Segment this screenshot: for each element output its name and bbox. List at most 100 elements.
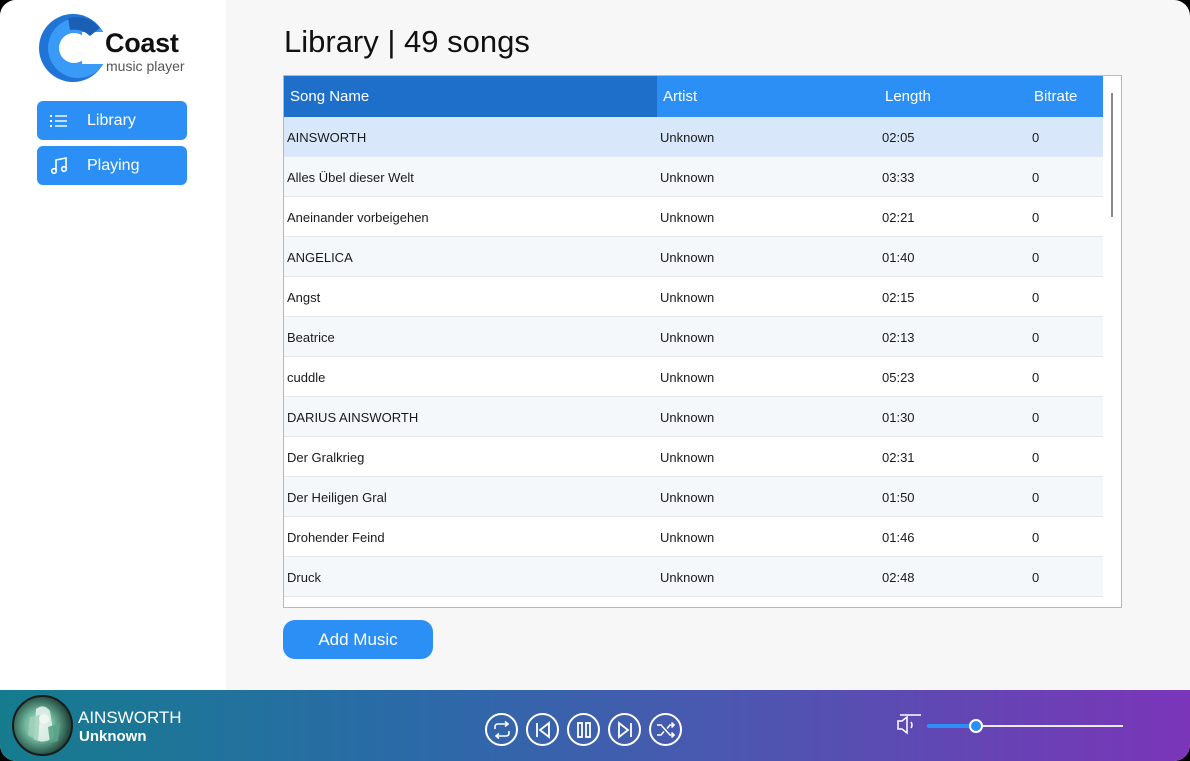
column-header-length[interactable]: Length <box>879 76 1029 117</box>
table-scrollbar[interactable] <box>1103 76 1121 607</box>
length-cell: 02:15 <box>882 289 915 305</box>
shuffle-button[interactable] <box>649 713 682 746</box>
coast-logo-icon <box>39 14 108 82</box>
bitrate-cell: 0 <box>1032 329 1040 345</box>
song-name-cell: DARIUS AINSWORTH <box>287 409 419 425</box>
table-row[interactable]: Druck Unknown 02:48 0 <box>284 557 1104 597</box>
bitrate-cell: 0 <box>1032 569 1040 585</box>
now-playing-title: AINSWORTH <box>78 708 182 727</box>
artist-cell: Unknown <box>660 129 715 145</box>
table-header: Song Name Artist Length Bitrate <box>284 76 1104 117</box>
song-name-cell: Aneinander vorbeigehen <box>287 209 429 225</box>
artist-cell: Unknown <box>660 209 715 225</box>
previous-button[interactable] <box>526 713 559 746</box>
list-icon <box>49 111 69 131</box>
artist-cell: Unknown <box>660 409 715 425</box>
song-name-cell: Angst <box>287 289 321 305</box>
songs-table: Song Name Artist Length Bitrate AINSWORT… <box>283 75 1122 608</box>
next-icon <box>617 720 632 739</box>
sidebar-item-label: Library <box>87 111 136 129</box>
bitrate-cell: 0 <box>1032 129 1040 145</box>
column-header-song-name[interactable]: Song Name <box>284 76 657 117</box>
bitrate-cell: 0 <box>1032 169 1040 185</box>
bitrate-cell: 0 <box>1032 449 1040 465</box>
artist-cell: Unknown <box>660 289 715 305</box>
length-cell: 01:40 <box>882 249 915 265</box>
artist-cell: Unknown <box>660 529 715 545</box>
app-name: Coast <box>105 28 179 58</box>
bitrate-cell: 0 <box>1032 249 1040 265</box>
app-subtitle: music player <box>106 58 185 74</box>
pause-icon <box>576 721 591 738</box>
artist-cell: Unknown <box>660 369 715 385</box>
table-row[interactable] <box>284 597 1104 607</box>
length-cell: 02:48 <box>882 569 915 585</box>
artist-cell: Unknown <box>660 249 715 265</box>
length-cell: 02:05 <box>882 129 915 145</box>
bitrate-cell: 0 <box>1032 289 1040 305</box>
sidebar-item-label: Playing <box>87 156 140 174</box>
table-row[interactable]: ANGELICA Unknown 01:40 0 <box>284 237 1104 277</box>
column-header-artist[interactable]: Artist <box>657 76 879 117</box>
pause-button[interactable] <box>567 713 600 746</box>
page-title: Library | 49 songs <box>284 24 530 59</box>
table-row[interactable]: DARIUS AINSWORTH Unknown 01:30 0 <box>284 397 1104 437</box>
song-name-cell: AINSWORTH <box>287 129 367 145</box>
bitrate-cell: 0 <box>1032 529 1040 545</box>
bitrate-cell: 0 <box>1032 209 1040 225</box>
song-name-cell: Der Gralkrieg <box>287 449 365 465</box>
column-header-bitrate[interactable]: Bitrate <box>1029 76 1104 117</box>
length-cell: 01:50 <box>882 489 915 505</box>
shuffle-icon <box>656 721 675 738</box>
table-row[interactable]: Drohender Feind Unknown 01:46 0 <box>284 517 1104 557</box>
bitrate-cell: 0 <box>1032 489 1040 505</box>
scrollbar-thumb[interactable] <box>1111 93 1113 217</box>
artist-cell: Unknown <box>660 329 715 345</box>
length-cell: 03:33 <box>882 169 915 185</box>
add-music-button[interactable]: Add Music <box>283 620 433 659</box>
music-note-icon <box>49 156 69 176</box>
sidebar-item-library[interactable]: Library <box>37 101 187 140</box>
bitrate-cell: 0 <box>1032 369 1040 385</box>
length-cell: 02:31 <box>882 449 915 465</box>
artist-cell: Unknown <box>660 169 715 185</box>
sidebar: Coast music player Library Playing <box>0 0 226 690</box>
previous-icon <box>535 720 550 739</box>
table-row[interactable]: Alles Übel dieser Welt Unknown 03:33 0 <box>284 157 1104 197</box>
length-cell: 02:21 <box>882 209 915 225</box>
volume-slider-thumb[interactable] <box>969 719 983 733</box>
table-row[interactable]: Der Gralkrieg Unknown 02:31 0 <box>284 437 1104 477</box>
artist-cell: Unknown <box>660 489 715 505</box>
app-window: Coast music player Library Playing Libra… <box>0 0 1190 761</box>
song-name-cell: Drohender Feind <box>287 529 385 545</box>
next-button[interactable] <box>608 713 641 746</box>
length-cell: 05:23 <box>882 369 915 385</box>
album-cover <box>12 695 73 756</box>
repeat-button[interactable] <box>485 713 518 746</box>
length-cell: 01:30 <box>882 409 915 425</box>
sidebar-item-playing[interactable]: Playing <box>37 146 187 185</box>
song-name-cell: ANGELICA <box>287 249 353 265</box>
bitrate-cell: 0 <box>1032 409 1040 425</box>
length-cell: 02:13 <box>882 329 915 345</box>
song-name-cell: Beatrice <box>287 329 335 345</box>
table-row[interactable]: AINSWORTH Unknown 02:05 0 <box>284 117 1104 157</box>
table-row[interactable]: cuddle Unknown 05:23 0 <box>284 357 1104 397</box>
artist-cell: Unknown <box>660 569 715 585</box>
now-playing-artist: Unknown <box>79 728 147 745</box>
volume-icon[interactable] <box>896 714 922 736</box>
player-bar: AINSWORTH Unknown <box>0 690 1190 761</box>
repeat-icon <box>493 720 510 739</box>
table-row[interactable]: Beatrice Unknown 02:13 0 <box>284 317 1104 357</box>
song-name-cell: Alles Übel dieser Welt <box>287 169 414 185</box>
table-row[interactable]: Aneinander vorbeigehen Unknown 02:21 0 <box>284 197 1104 237</box>
table-body: AINSWORTH Unknown 02:05 0 Alles Übel dieser … <box>284 117 1104 607</box>
table-row[interactable]: Angst Unknown 02:15 0 <box>284 277 1104 317</box>
artist-cell: Unknown <box>660 449 715 465</box>
song-name-cell: Druck <box>287 569 321 585</box>
length-cell: 01:46 <box>882 529 915 545</box>
song-name-cell: cuddle <box>287 369 326 385</box>
main-content: Library | 49 songs Song Name Artist Leng… <box>226 0 1190 690</box>
table-row[interactable]: Der Heiligen Gral Unknown 01:50 0 <box>284 477 1104 517</box>
song-name-cell: Der Heiligen Gral <box>287 489 387 505</box>
